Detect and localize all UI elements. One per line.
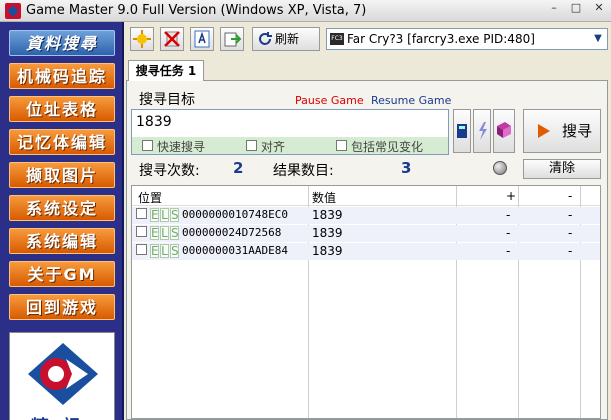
search-count-label: 搜寻次数: — [139, 163, 200, 179]
column-header-minus[interactable]: - — [568, 189, 572, 203]
close-button[interactable]: ✕ — [589, 0, 609, 18]
app-icon — [5, 3, 21, 19]
row-plus: - — [506, 244, 511, 258]
search-value: 1839 — [136, 114, 172, 130]
logo-diamond-icon — [28, 343, 98, 405]
option-fast-search[interactable]: 快速搜寻 — [142, 138, 205, 155]
row-flag-s: S — [170, 226, 179, 240]
row-value: 1839 — [312, 226, 343, 240]
window-title: Game Master 9.0 Full Version (Windows XP… — [26, 3, 367, 18]
refresh-icon — [259, 32, 272, 45]
search-button[interactable]: 搜寻 — [523, 109, 601, 153]
row-flag-e: E — [150, 244, 159, 258]
sidebar-item-back-to-game[interactable]: 回到游戏 — [9, 294, 115, 320]
option-fast-search-label: 快速搜寻 — [157, 140, 206, 154]
tab-search-task-1[interactable]: 搜寻任务 1 — [128, 60, 204, 81]
option-align[interactable]: 对齐 — [246, 138, 285, 155]
row-flag-e: E — [150, 226, 159, 240]
memory-button[interactable] — [493, 109, 515, 153]
results-table[interactable]: 位置 数值 + - E L S 0000000010748EC0 1839 - … — [131, 185, 601, 419]
sidebar-item-system-edit[interactable]: 系统编辑 — [9, 228, 115, 254]
refresh-label: 刷新 — [275, 32, 300, 46]
checkbox-icon[interactable] — [246, 140, 257, 151]
export-button[interactable] — [220, 27, 244, 51]
status-indicator-icon — [493, 161, 507, 175]
play-icon — [538, 124, 550, 138]
publisher-logo: 精訊 — [9, 332, 115, 420]
search-count-value: 2 — [233, 159, 244, 177]
refresh-button[interactable]: 刷新 — [252, 27, 320, 51]
fuzzy-button[interactable] — [473, 109, 491, 153]
clear-button[interactable]: 清除 — [523, 159, 601, 179]
chevron-down-icon[interactable]: ▼ — [591, 31, 605, 47]
row-checkbox[interactable] — [136, 226, 147, 237]
table-header: 位置 数值 + - — [132, 186, 600, 206]
row-checkbox[interactable] — [136, 244, 147, 255]
row-plus: - — [506, 226, 511, 240]
value-type-button[interactable] — [453, 109, 471, 153]
sidebar: 資料搜尋 机械码追踪 位址表格 记忆体编辑 撷取图片 系统设定 系统编辑 关于G… — [0, 22, 124, 420]
result-count-value: 3 — [401, 159, 412, 177]
sidebar-item-about[interactable]: 关于GM — [9, 261, 115, 287]
sparkle-icon — [133, 30, 151, 48]
resume-game-link[interactable]: Resume Game — [371, 94, 451, 107]
row-flag-s: S — [170, 244, 179, 258]
text-icon — [194, 30, 210, 48]
title-bar: Game Master 9.0 Full Version (Windows XP… — [0, 0, 611, 22]
calculator-icon — [457, 124, 467, 138]
row-address: 0000000010748EC0 — [182, 208, 288, 221]
process-select[interactable]: FC3 Far Cry?3 [farcry3.exe PID:480] ▼ — [326, 28, 608, 50]
column-header-value[interactable]: 数值 — [312, 189, 336, 206]
row-flag-s: S — [170, 208, 179, 222]
row-checkbox[interactable] — [136, 208, 147, 219]
row-plus: - — [506, 208, 511, 222]
sidebar-item-code-trace[interactable]: 机械码追踪 — [9, 63, 115, 89]
column-header-address[interactable]: 位置 — [138, 189, 162, 206]
toolbar: 刷新 FC3 Far Cry?3 [farcry3.exe PID:480] ▼ — [126, 22, 611, 56]
minimize-button[interactable]: – — [544, 0, 564, 18]
delete-icon — [164, 31, 180, 47]
new-search-button[interactable] — [130, 27, 154, 51]
pause-game-link[interactable]: Pause Game — [295, 94, 364, 107]
row-minus: - — [568, 244, 573, 258]
sidebar-item-system-settings[interactable]: 系统设定 — [9, 195, 115, 221]
game-icon: FC3 — [330, 33, 344, 45]
sidebar-item-address-table[interactable]: 位址表格 — [9, 96, 115, 122]
sidebar-item-capture-image[interactable]: 撷取图片 — [9, 162, 115, 188]
option-include-common-changes[interactable]: 包括常见变化 — [336, 138, 423, 155]
search-options: 快速搜寻 对齐 包括常见变化 — [132, 137, 448, 154]
row-value: 1839 — [312, 244, 343, 258]
row-flag-l: L — [160, 208, 169, 222]
text-button[interactable] — [190, 27, 214, 51]
table-row[interactable]: E L S 000000024D72568 1839 - - — [132, 225, 600, 242]
lightning-icon — [479, 122, 487, 140]
export-icon — [224, 32, 242, 47]
search-button-label: 搜寻 — [562, 122, 593, 140]
search-panel: 搜寻目标 Pause Game Resume Game 1839 快速搜寻 对齐… — [126, 80, 608, 420]
row-minus: - — [568, 226, 573, 240]
table-row[interactable]: E L S 0000000031AADE84 1839 - - — [132, 243, 600, 260]
option-include-label: 包括常见变化 — [351, 140, 424, 154]
column-header-plus[interactable]: + — [506, 189, 516, 203]
row-flag-e: E — [150, 208, 159, 222]
sidebar-item-data-search[interactable]: 資料搜尋 — [9, 30, 115, 56]
logo-text: 精訊 — [10, 413, 116, 420]
process-name: Far Cry?3 [farcry3.exe PID:480] — [347, 32, 535, 46]
result-count-label: 结果数目: — [273, 163, 334, 179]
row-minus: - — [568, 208, 573, 222]
table-row[interactable]: E L S 0000000010748EC0 1839 - - — [132, 207, 600, 224]
row-value: 1839 — [312, 208, 343, 222]
delete-button[interactable] — [160, 27, 184, 51]
checkbox-icon[interactable] — [142, 140, 153, 151]
maximize-button[interactable]: □ — [566, 0, 586, 18]
book-icon — [497, 122, 511, 138]
row-flag-l: L — [160, 244, 169, 258]
search-target-label: 搜寻目标 — [139, 92, 195, 108]
sidebar-item-memory-editor[interactable]: 记忆体编辑 — [9, 129, 115, 155]
checkbox-icon[interactable] — [336, 140, 347, 151]
option-align-label: 对齐 — [261, 140, 286, 154]
row-address: 0000000031AADE84 — [182, 244, 288, 257]
row-address: 000000024D72568 — [182, 226, 282, 239]
row-flag-l: L — [160, 226, 169, 240]
